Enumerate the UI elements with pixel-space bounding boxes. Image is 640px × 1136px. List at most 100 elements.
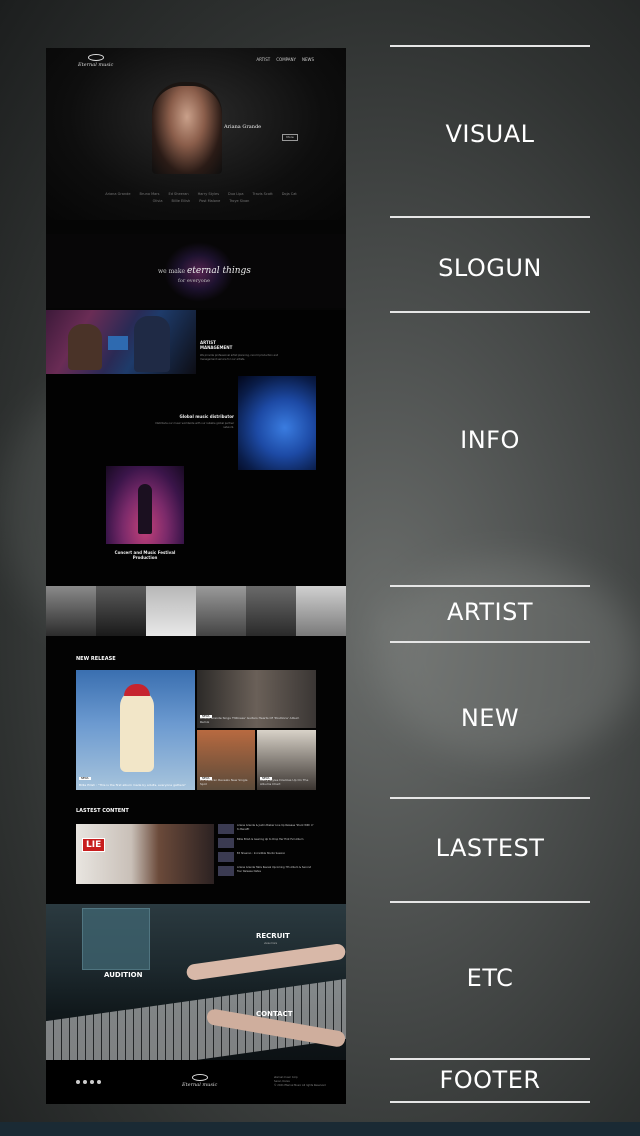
section-divider bbox=[390, 585, 590, 587]
person-silhouette bbox=[68, 324, 102, 370]
section-label-footer: FOOTER bbox=[439, 1066, 541, 1094]
section-divider bbox=[390, 45, 590, 47]
more-button[interactable]: More bbox=[282, 134, 298, 141]
latest-item-title: Ed Sheeran : Incredible Studio Session bbox=[237, 852, 286, 855]
nav-item-artist[interactable]: ARTIST bbox=[256, 57, 270, 62]
section-divider bbox=[390, 311, 590, 313]
audition-link[interactable]: AUDITION bbox=[104, 971, 143, 979]
new-release-tile[interactable]: NEWS Ariana Grande Sings 'Hilliness' Gui… bbox=[197, 670, 316, 728]
latest-item[interactable]: Billie Eilish Is Gearing Up to Drop Her … bbox=[218, 838, 316, 848]
studio-photo bbox=[46, 310, 196, 374]
info-text-distributor: Distribute our music worldwide with our … bbox=[155, 422, 234, 429]
facebook-icon[interactable] bbox=[83, 1080, 87, 1084]
section-label-artist: ARTIST bbox=[447, 598, 533, 626]
video-thumbnail bbox=[218, 824, 234, 834]
footer-info-line: © 2021 Eternal Music All rights Reserved bbox=[274, 1084, 326, 1087]
top-nav: ARTIST COMPANY NEWS bbox=[256, 57, 314, 62]
latest-main-video[interactable]: LIE bbox=[76, 824, 214, 884]
section-divider bbox=[390, 1101, 590, 1103]
latest-item[interactable]: Ariana Grande & Justin Bieber Line Up Re… bbox=[218, 824, 316, 834]
artist-photo[interactable] bbox=[246, 586, 296, 636]
artist-link[interactable]: Ed Sheeran bbox=[169, 192, 189, 196]
info-title-concert: Concert and Music Festival Production bbox=[114, 550, 176, 560]
logo-text: Eternal music bbox=[78, 62, 114, 68]
artist-link[interactable]: Travis Scott bbox=[253, 192, 273, 196]
contact-link[interactable]: CONTACT bbox=[256, 1010, 293, 1018]
section-label-info: INFO bbox=[460, 426, 520, 454]
singer-silhouette bbox=[138, 484, 152, 534]
artist-link[interactable]: Dua Lipa bbox=[228, 192, 243, 196]
news-tag: NEWS bbox=[79, 777, 91, 780]
concert-photo bbox=[106, 466, 184, 544]
artist-link[interactable]: Doja Cat bbox=[282, 192, 297, 196]
monitor-shape bbox=[82, 908, 150, 970]
nav-item-news[interactable]: NEWS bbox=[302, 57, 314, 62]
section-divider bbox=[390, 901, 590, 903]
etc-section: RECRUIT view more AUDITION CONTACT bbox=[46, 904, 346, 1082]
new-release-main-card[interactable]: NEWS Billie Eilish : "This is the first … bbox=[76, 670, 195, 790]
artist-photo[interactable] bbox=[96, 586, 146, 636]
new-release-tile[interactable]: NEWS Ed Sheeran Reveals New Single Spot bbox=[197, 730, 255, 790]
slogan-emphasis: eternal things bbox=[186, 266, 251, 276]
artist-portrait bbox=[152, 86, 222, 174]
site-logo[interactable]: Eternal music bbox=[78, 54, 113, 68]
website-preview: Eternal music ARTIST COMPANY NEWS Ariana… bbox=[46, 48, 346, 1104]
red-cap-shape bbox=[124, 684, 150, 696]
latest-content-list: Ariana Grande & Justin Bieber Line Up Re… bbox=[218, 824, 316, 880]
tile-caption: Ariana Grande Sings 'Hilliness' Guitars … bbox=[200, 716, 300, 724]
artist-link[interactable]: Harry Styles bbox=[198, 192, 219, 196]
twitter-icon[interactable] bbox=[97, 1080, 101, 1084]
artist-link[interactable]: Billie Eilish bbox=[171, 199, 190, 203]
video-thumbnail bbox=[218, 852, 234, 862]
footer-logo[interactable]: Eternal music bbox=[182, 1074, 217, 1088]
section-divider bbox=[390, 797, 590, 799]
latest-content-title: LASTEST CONTENT bbox=[76, 808, 129, 814]
section-divider bbox=[390, 1058, 590, 1060]
latest-item[interactable]: Ariana Grande Talks Reveal Upcoming 7th … bbox=[218, 866, 316, 876]
youtube-icon[interactable] bbox=[76, 1080, 80, 1084]
artist-figure bbox=[120, 690, 154, 772]
featured-artist-name: Ariana Grande bbox=[224, 124, 262, 130]
artist-link[interactable]: Ariana Grande bbox=[105, 192, 130, 196]
section-label-slogun: SLOGUN bbox=[438, 254, 542, 282]
slogan-line-2: for everyone bbox=[178, 278, 210, 284]
visual-section: Eternal music ARTIST COMPANY NEWS Ariana… bbox=[46, 48, 346, 220]
artist-link[interactable]: Bruno Mars bbox=[140, 192, 160, 196]
latest-item[interactable]: Ed Sheeran : Incredible Studio Session bbox=[218, 852, 316, 862]
section-label-new: NEW bbox=[460, 704, 520, 732]
slogan-section: we make eternal things for everyone bbox=[46, 234, 346, 308]
nav-item-company[interactable]: COMPANY bbox=[276, 57, 296, 62]
social-links bbox=[76, 1080, 101, 1084]
section-divider bbox=[390, 641, 590, 643]
artist-photo[interactable] bbox=[296, 586, 346, 636]
section-label-lastest: LASTEST bbox=[435, 834, 545, 862]
latest-item-title: Billie Eilish Is Gearing Up to Drop Her … bbox=[237, 838, 304, 841]
recruit-link[interactable]: RECRUIT bbox=[256, 932, 290, 940]
artist-link[interactable]: Post Malone bbox=[199, 199, 220, 203]
lie-label: LIE bbox=[82, 838, 106, 852]
site-footer: Eternal music eternal music Corp Seoul, … bbox=[46, 1060, 346, 1104]
artist-link[interactable]: Troye Sivan bbox=[229, 199, 249, 203]
instagram-icon[interactable] bbox=[90, 1080, 94, 1084]
video-thumbnail bbox=[218, 838, 234, 848]
new-release-tile[interactable]: NEWS Harry Styles Doubles Up On The Albu… bbox=[257, 730, 316, 790]
footer-info: eternal music Corp Seoul, Korea © 2021 E… bbox=[274, 1076, 326, 1088]
latest-item-title: Ariana Grande & Justin Bieber Line Up Re… bbox=[237, 824, 314, 831]
artist-photo[interactable] bbox=[146, 586, 196, 636]
artist-name-list: Ariana Grande Bruno Mars Ed Sheeran Harr… bbox=[101, 192, 301, 203]
info-section: ARTIST MANAGEMENT We provide professiona… bbox=[46, 310, 346, 586]
section-label-visual: VISUAL bbox=[445, 120, 535, 148]
new-release-title: NEW RELEASE bbox=[76, 656, 116, 662]
logo-icon bbox=[191, 1074, 208, 1081]
new-release-main-caption: Billie Eilish : "This is the first album… bbox=[79, 783, 186, 787]
section-label-etc: ETC bbox=[466, 964, 514, 992]
slogan-prefix: we make bbox=[158, 268, 186, 275]
artist-link[interactable]: Olivia bbox=[153, 199, 163, 203]
artist-photo[interactable] bbox=[196, 586, 246, 636]
artist-photo[interactable] bbox=[46, 586, 96, 636]
globe-photo bbox=[238, 376, 316, 470]
arm-shape bbox=[185, 942, 346, 982]
slogan-line-1: we make eternal things bbox=[158, 266, 251, 276]
info-title-distributor: Global music distributor bbox=[179, 414, 234, 419]
footer-logo-text: Eternal music bbox=[182, 1082, 218, 1088]
